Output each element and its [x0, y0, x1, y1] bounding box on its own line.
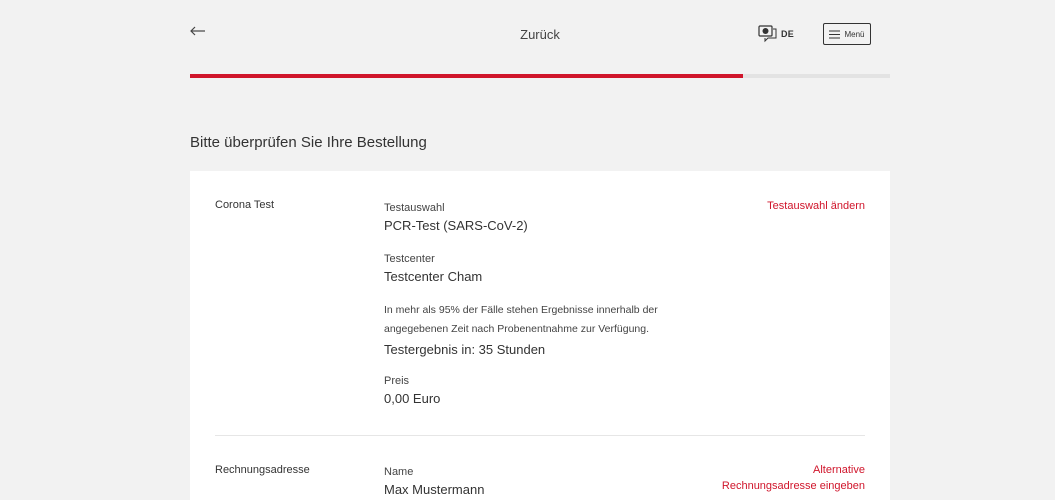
top-bar: Zurück DE Menü: [190, 0, 890, 70]
testcenter-label: Testcenter: [384, 253, 435, 265]
order-summary-card: Corona Test Testauswahl ändern Testauswa…: [190, 171, 890, 500]
result-note: In mehr als 95% der Fälle stehen Ergebni…: [384, 304, 658, 335]
name-label: Name: [384, 466, 414, 478]
price-value: 0,00 Euro: [384, 391, 441, 406]
section-divider: [215, 435, 865, 436]
corona-test-label: Corona Test: [215, 199, 275, 211]
alternative-billing-link[interactable]: Alternative Rechnungsadresse eingeben: [722, 462, 865, 494]
progress-bar-fill: [190, 74, 743, 78]
checkout-page: Zurück DE Menü Bitte überprüfen Sie Ihre…: [0, 0, 1055, 500]
review-heading: Bitte überprüfen Sie Ihre Bestellung: [190, 134, 427, 151]
price-label: Preis: [384, 375, 410, 387]
test-selection-label: Testauswahl: [384, 202, 445, 214]
menu-button[interactable]: Menü: [823, 23, 871, 45]
language-label: DE: [781, 29, 794, 39]
hamburger-icon: [829, 30, 841, 38]
language-switcher[interactable]: DE: [758, 23, 794, 45]
testcenter-value: Testcenter Cham: [384, 269, 483, 284]
alternative-billing-link-line1: Alternative: [813, 464, 865, 476]
name-value: Max Mustermann: [384, 482, 485, 497]
menu-label: Menü: [844, 29, 865, 39]
result-time: Testergebnis in: 35 Stunden: [384, 342, 546, 357]
speech-bubble-icon: [758, 25, 777, 43]
change-test-link[interactable]: Testauswahl ändern: [767, 198, 865, 214]
progress-bar: [190, 74, 890, 78]
test-selection-value: PCR-Test (SARS-CoV-2): [384, 218, 528, 233]
alternative-billing-link-line2: Rechnungsadresse eingeben: [721, 480, 865, 492]
billing-address-label: Rechnungsadresse: [215, 464, 310, 476]
